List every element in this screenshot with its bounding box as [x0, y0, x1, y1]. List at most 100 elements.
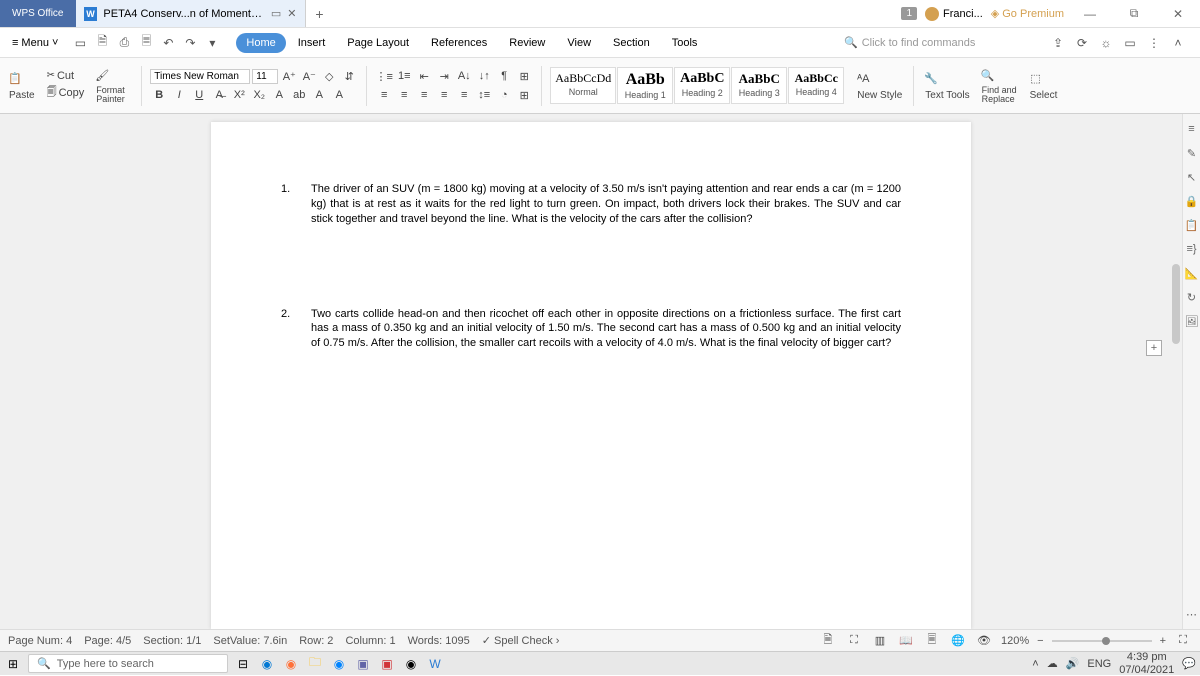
taskbar-search[interactable]: 🔍 Type here to search — [28, 654, 228, 673]
teams-icon[interactable]: ▣ — [354, 655, 372, 673]
more-panes-icon[interactable]: ⋯ — [1185, 607, 1199, 621]
ruler-icon[interactable]: 📐 — [1185, 266, 1199, 280]
style-normal[interactable]: AaBbCcDdNormal — [550, 67, 616, 104]
font-color-icon[interactable]: A — [330, 86, 348, 104]
view-outline-icon[interactable]: ⛶ — [845, 632, 863, 650]
paste-icon[interactable]: 📋 — [6, 70, 24, 88]
phonetic-icon[interactable]: ab — [290, 86, 308, 104]
section-add-handle[interactable]: + — [1146, 340, 1162, 356]
align-right-icon[interactable]: ≡ — [415, 86, 433, 104]
font-size-select[interactable] — [252, 69, 278, 84]
print-icon[interactable]: ⎙ — [114, 33, 134, 53]
subscript-icon[interactable]: X₂ — [250, 86, 268, 104]
tab-references[interactable]: References — [421, 33, 497, 53]
text-tools-button[interactable]: Text Tools — [922, 89, 972, 102]
volume-icon[interactable]: 🔊 — [1066, 657, 1080, 670]
status-setvalue[interactable]: SetValue: 7.6in — [213, 635, 287, 647]
qat-more-icon[interactable]: ▾ — [202, 33, 222, 53]
status-row[interactable]: Row: 2 — [299, 635, 333, 647]
underline-icon[interactable]: U — [190, 86, 208, 104]
shrink-font-icon[interactable]: A⁻ — [300, 67, 318, 85]
window-icon[interactable]: ▭ — [1120, 33, 1140, 53]
style-heading1[interactable]: AaBbHeading 1 — [617, 67, 673, 104]
line-spacing-icon[interactable]: ↕≡ — [475, 86, 493, 104]
status-page[interactable]: Page: 4/5 — [84, 635, 131, 647]
notifications-icon[interactable]: 💬 — [1182, 657, 1196, 670]
select-button[interactable]: Select — [1027, 89, 1061, 102]
status-words[interactable]: Words: 1095 — [408, 635, 470, 647]
tab-tools[interactable]: Tools — [662, 33, 708, 53]
zoom-slider[interactable] — [1052, 640, 1152, 642]
tray-chevron-icon[interactable]: ˄ — [1032, 658, 1038, 670]
cursor-icon[interactable]: ↖ — [1185, 170, 1199, 184]
tab-insert[interactable]: Insert — [288, 33, 336, 53]
align-center-icon[interactable]: ≡ — [395, 86, 413, 104]
document-tab[interactable]: W PETA4 Conserv...n of Momentum ▭ ✕ — [76, 0, 306, 27]
justify-icon[interactable]: ≡ — [435, 86, 453, 104]
task-view-icon[interactable]: ⊟ — [234, 655, 252, 673]
distribute-icon[interactable]: ≡ — [455, 86, 473, 104]
status-pagenum[interactable]: Page Num: 4 — [8, 635, 72, 647]
tab-page-layout[interactable]: Page Layout — [337, 33, 419, 53]
tab-home[interactable]: Home — [236, 33, 285, 53]
tab-monitor-icon[interactable]: ▭ — [271, 7, 281, 20]
strikethrough-icon[interactable]: A̶ — [210, 86, 228, 104]
nav-icon[interactable]: ≡} — [1185, 242, 1199, 256]
collapse-ribbon-icon[interactable]: ˄ — [1168, 33, 1188, 53]
clear-format-icon[interactable]: ◇ — [320, 67, 338, 85]
borders-icon[interactable]: ⊞ — [515, 86, 533, 104]
grow-font-icon[interactable]: A⁺ — [280, 67, 298, 85]
tab-review[interactable]: Review — [499, 33, 555, 53]
share-icon[interactable]: ⇪ — [1048, 33, 1068, 53]
language-indicator[interactable]: ENG — [1087, 658, 1111, 670]
view-print-icon[interactable]: 🗎 — [819, 632, 837, 650]
onedrive-icon[interactable]: ☁ — [1047, 657, 1058, 670]
format-painter-button[interactable]: Format Painter — [93, 85, 133, 105]
status-section[interactable]: Section: 1/1 — [143, 635, 201, 647]
find-icon[interactable]: 🔍 — [979, 66, 997, 84]
view-web2-icon[interactable]: 🌐 — [949, 632, 967, 650]
status-column[interactable]: Column: 1 — [345, 635, 395, 647]
zoom-value[interactable]: 120% — [1001, 635, 1029, 647]
find-replace-button[interactable]: Find and Replace — [979, 85, 1021, 105]
decrease-indent-icon[interactable]: ⇤ — [415, 67, 433, 85]
firefox-icon[interactable]: ◉ — [282, 655, 300, 673]
hamburger-menu[interactable]: ≡ Menu ˅ — [8, 35, 62, 51]
view-web-icon[interactable]: ▥ — [871, 632, 889, 650]
scrollbar[interactable] — [1170, 114, 1182, 629]
minimize-button[interactable]: — — [1072, 7, 1108, 21]
style-heading2[interactable]: AaBbCHeading 2 — [674, 67, 730, 104]
chrome-icon[interactable]: ◉ — [402, 655, 420, 673]
highlight-icon[interactable]: A — [310, 86, 328, 104]
command-search[interactable]: 🔍 Click to find commands — [844, 36, 1024, 49]
open-icon[interactable]: ▭ — [70, 33, 90, 53]
undo-icon[interactable]: ↶ — [158, 33, 178, 53]
more-icon[interactable]: ⋮ — [1144, 33, 1164, 53]
tab-close-icon[interactable]: ✕ — [287, 7, 296, 20]
cut-button[interactable]: ✂ Cut — [44, 69, 88, 83]
skin-icon[interactable]: ☼ — [1096, 33, 1116, 53]
zoom-in-icon[interactable]: + — [1160, 635, 1166, 647]
spell-check-button[interactable]: ✓ Spell Check › — [482, 634, 560, 647]
explorer-icon[interactable]: 🗀 — [306, 655, 324, 673]
user-account[interactable]: Franci... — [925, 7, 983, 21]
close-button[interactable]: ✕ — [1160, 7, 1196, 21]
edit-icon[interactable]: ✎ — [1185, 146, 1199, 160]
redo-icon[interactable]: ↷ — [180, 33, 200, 53]
bold-icon[interactable]: B — [150, 86, 168, 104]
notification-badge[interactable]: 1 — [901, 7, 917, 20]
snip-icon[interactable]: ▣ — [378, 655, 396, 673]
preview-icon[interactable]: 🗏 — [136, 33, 156, 53]
toggle-icon[interactable]: ⊞ — [515, 67, 533, 85]
select-icon[interactable]: ⬚ — [1027, 70, 1045, 88]
history-icon[interactable]: ↻ — [1185, 290, 1199, 304]
sort-icon[interactable]: ↓↑ — [475, 67, 493, 85]
zoom-out-icon[interactable]: − — [1037, 635, 1043, 647]
scroll-thumb[interactable] — [1172, 264, 1180, 344]
eye-icon[interactable]: 👁 — [975, 632, 993, 650]
shading-icon[interactable]: ◔ — [495, 86, 513, 104]
text-tools-icon[interactable]: 🔧 — [922, 70, 940, 88]
copy-button[interactable]: 🗐 Copy — [44, 84, 88, 103]
go-premium-button[interactable]: ◈ Go Premium — [991, 7, 1064, 20]
fit-icon[interactable]: ⛶ — [1174, 632, 1192, 650]
